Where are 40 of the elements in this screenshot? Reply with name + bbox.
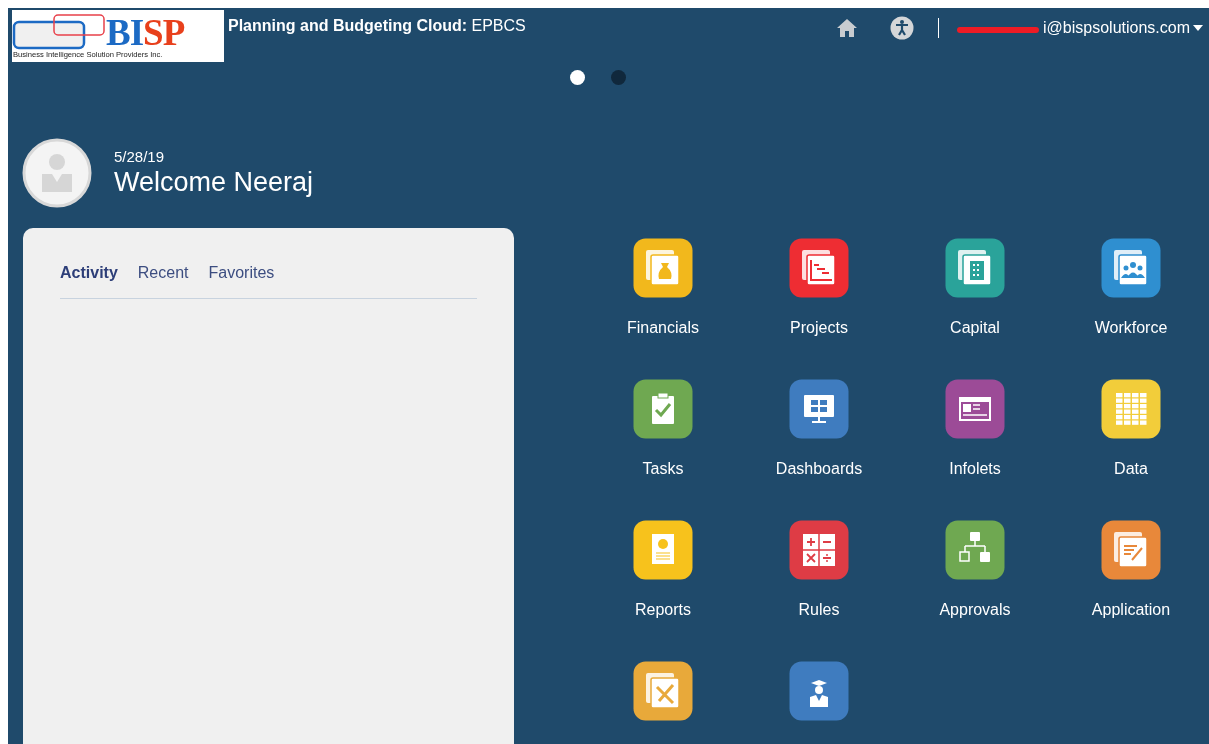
card-label[interactable]: Capital [950,319,1000,337]
panel-tab[interactable]: Recent [137,264,189,282]
card-label[interactable]: Approvals [939,601,1011,619]
app-title: Planning and Budgeting Cloud: EPBCS [228,17,526,35]
card-label[interactable]: Tasks [642,460,684,478]
card-label[interactable]: Financials [627,319,699,337]
date-label: 5/28/19 [114,148,166,165]
card-label[interactable]: Reports [635,601,691,619]
clipboard-check-icon[interactable] [633,379,693,439]
dashboard-card-icon[interactable] [945,379,1005,439]
logo-wordmark: BISP [106,16,185,50]
table-grid-icon[interactable] [1101,379,1161,439]
card-label[interactable]: Infolets [949,460,1001,478]
panel-tab[interactable]: Favorites [208,264,275,282]
calculator-icon[interactable] [789,520,849,580]
card-label[interactable]: Workforce [1094,319,1168,337]
card-label[interactable]: Data [1114,460,1148,478]
home-icon[interactable] [836,18,859,38]
avatar-icon [22,138,92,208]
building-icon[interactable] [945,238,1005,298]
card-label[interactable]: Application [1091,601,1171,619]
hierarchy-icon[interactable] [945,520,1005,580]
card-label[interactable]: Projects [790,319,848,337]
graduate-icon[interactable] [789,661,849,721]
money-bag-icon[interactable] [633,238,693,298]
user-email-menu[interactable]: i@bispsolutions.com [957,19,1190,37]
people-icon[interactable] [1101,238,1161,298]
accessibility-icon[interactable] [890,16,915,40]
gantt-chart-icon[interactable] [789,238,849,298]
welcome-heading: Welcome Neeraj [114,167,314,198]
report-document-icon[interactable] [633,520,693,580]
carousel-dot[interactable] [611,70,626,85]
panel-tab[interactable]: Activity [60,264,118,282]
carousel-dot[interactable] [570,70,585,85]
logo-shapes-icon [12,14,106,50]
monitor-icon[interactable] [789,379,849,439]
card-label[interactable]: Rules [798,601,840,619]
caret-icon[interactable] [1193,25,1203,31]
document-pencil-icon[interactable] [1101,520,1161,580]
card-label[interactable]: Dashboards [775,460,863,478]
